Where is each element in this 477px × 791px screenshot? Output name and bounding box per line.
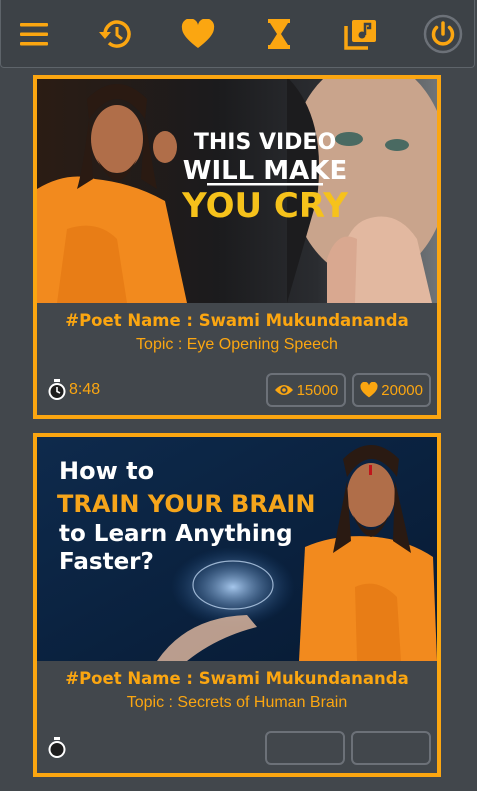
poet-name: #Poet Name : Swami Mukundananda bbox=[65, 311, 409, 330]
favorites-button[interactable] bbox=[177, 13, 219, 55]
heart-icon bbox=[360, 382, 378, 398]
thumbnail-caption-line: WILL MAKE bbox=[183, 156, 347, 186]
like-button[interactable] bbox=[351, 731, 431, 765]
thumbnail-caption-line: to Learn Anything bbox=[59, 521, 293, 547]
thumbnail-caption-line: Faster? bbox=[59, 549, 154, 575]
video-feed: THIS VIDEO WILL MAKE YOU CRY #Poet Name … bbox=[33, 75, 441, 791]
video-info: #Poet Name : Swami Mukundananda Topic : … bbox=[37, 661, 437, 715]
likes-count: 20000 bbox=[381, 381, 423, 399]
video-meta: 8:48 15000 20000 bbox=[37, 365, 437, 415]
video-info: #Poet Name : Swami Mukundananda Topic : … bbox=[37, 303, 437, 357]
video-thumbnail[interactable]: How to TRAIN YOUR BRAIN to Learn Anythin… bbox=[37, 437, 437, 661]
menu-icon bbox=[20, 22, 48, 45]
hourglass-icon bbox=[268, 18, 291, 49]
music-library-icon bbox=[344, 19, 377, 50]
video-topic: Topic : Eye Opening Speech bbox=[136, 336, 338, 353]
thumbnail-caption-line: How to bbox=[59, 457, 154, 485]
duration: 8:48 bbox=[47, 379, 100, 401]
video-meta bbox=[37, 723, 437, 773]
watch-later-button[interactable] bbox=[258, 13, 300, 55]
video-card[interactable]: How to TRAIN YOUR BRAIN to Learn Anythin… bbox=[33, 433, 441, 777]
thumbnail-caption-line: TRAIN YOUR BRAIN bbox=[57, 490, 315, 518]
power-button[interactable] bbox=[422, 13, 464, 55]
thumbnail-caption-line: THIS VIDEO bbox=[194, 130, 336, 155]
stopwatch-icon bbox=[48, 737, 66, 758]
top-navigation-bar bbox=[0, 0, 475, 68]
duration-value: 8:48 bbox=[69, 381, 101, 398]
power-icon bbox=[423, 14, 463, 53]
views-count: 15000 bbox=[296, 381, 339, 399]
heart-icon bbox=[181, 18, 214, 48]
video-card[interactable]: THIS VIDEO WILL MAKE YOU CRY #Poet Name … bbox=[33, 75, 441, 419]
history-button[interactable] bbox=[95, 13, 137, 55]
video-stats bbox=[265, 731, 431, 765]
video-topic: Topic : Secrets of Human Brain bbox=[126, 694, 348, 711]
duration bbox=[47, 737, 69, 759]
eye-icon bbox=[274, 385, 293, 395]
music-library-button[interactable] bbox=[340, 13, 382, 55]
stopwatch-icon bbox=[48, 379, 66, 400]
poet-name: #Poet Name : Swami Mukundananda bbox=[65, 669, 409, 688]
video-thumbnail[interactable]: THIS VIDEO WILL MAKE YOU CRY bbox=[37, 79, 437, 303]
like-button[interactable]: 20000 bbox=[352, 373, 431, 407]
video-stats: 15000 20000 bbox=[265, 373, 431, 407]
thumbnail-caption-line: YOU CRY bbox=[181, 186, 348, 226]
views-button[interactable] bbox=[265, 731, 345, 765]
history-icon bbox=[98, 19, 131, 48]
menu-button[interactable] bbox=[13, 13, 55, 55]
views-button[interactable]: 15000 bbox=[265, 373, 347, 407]
